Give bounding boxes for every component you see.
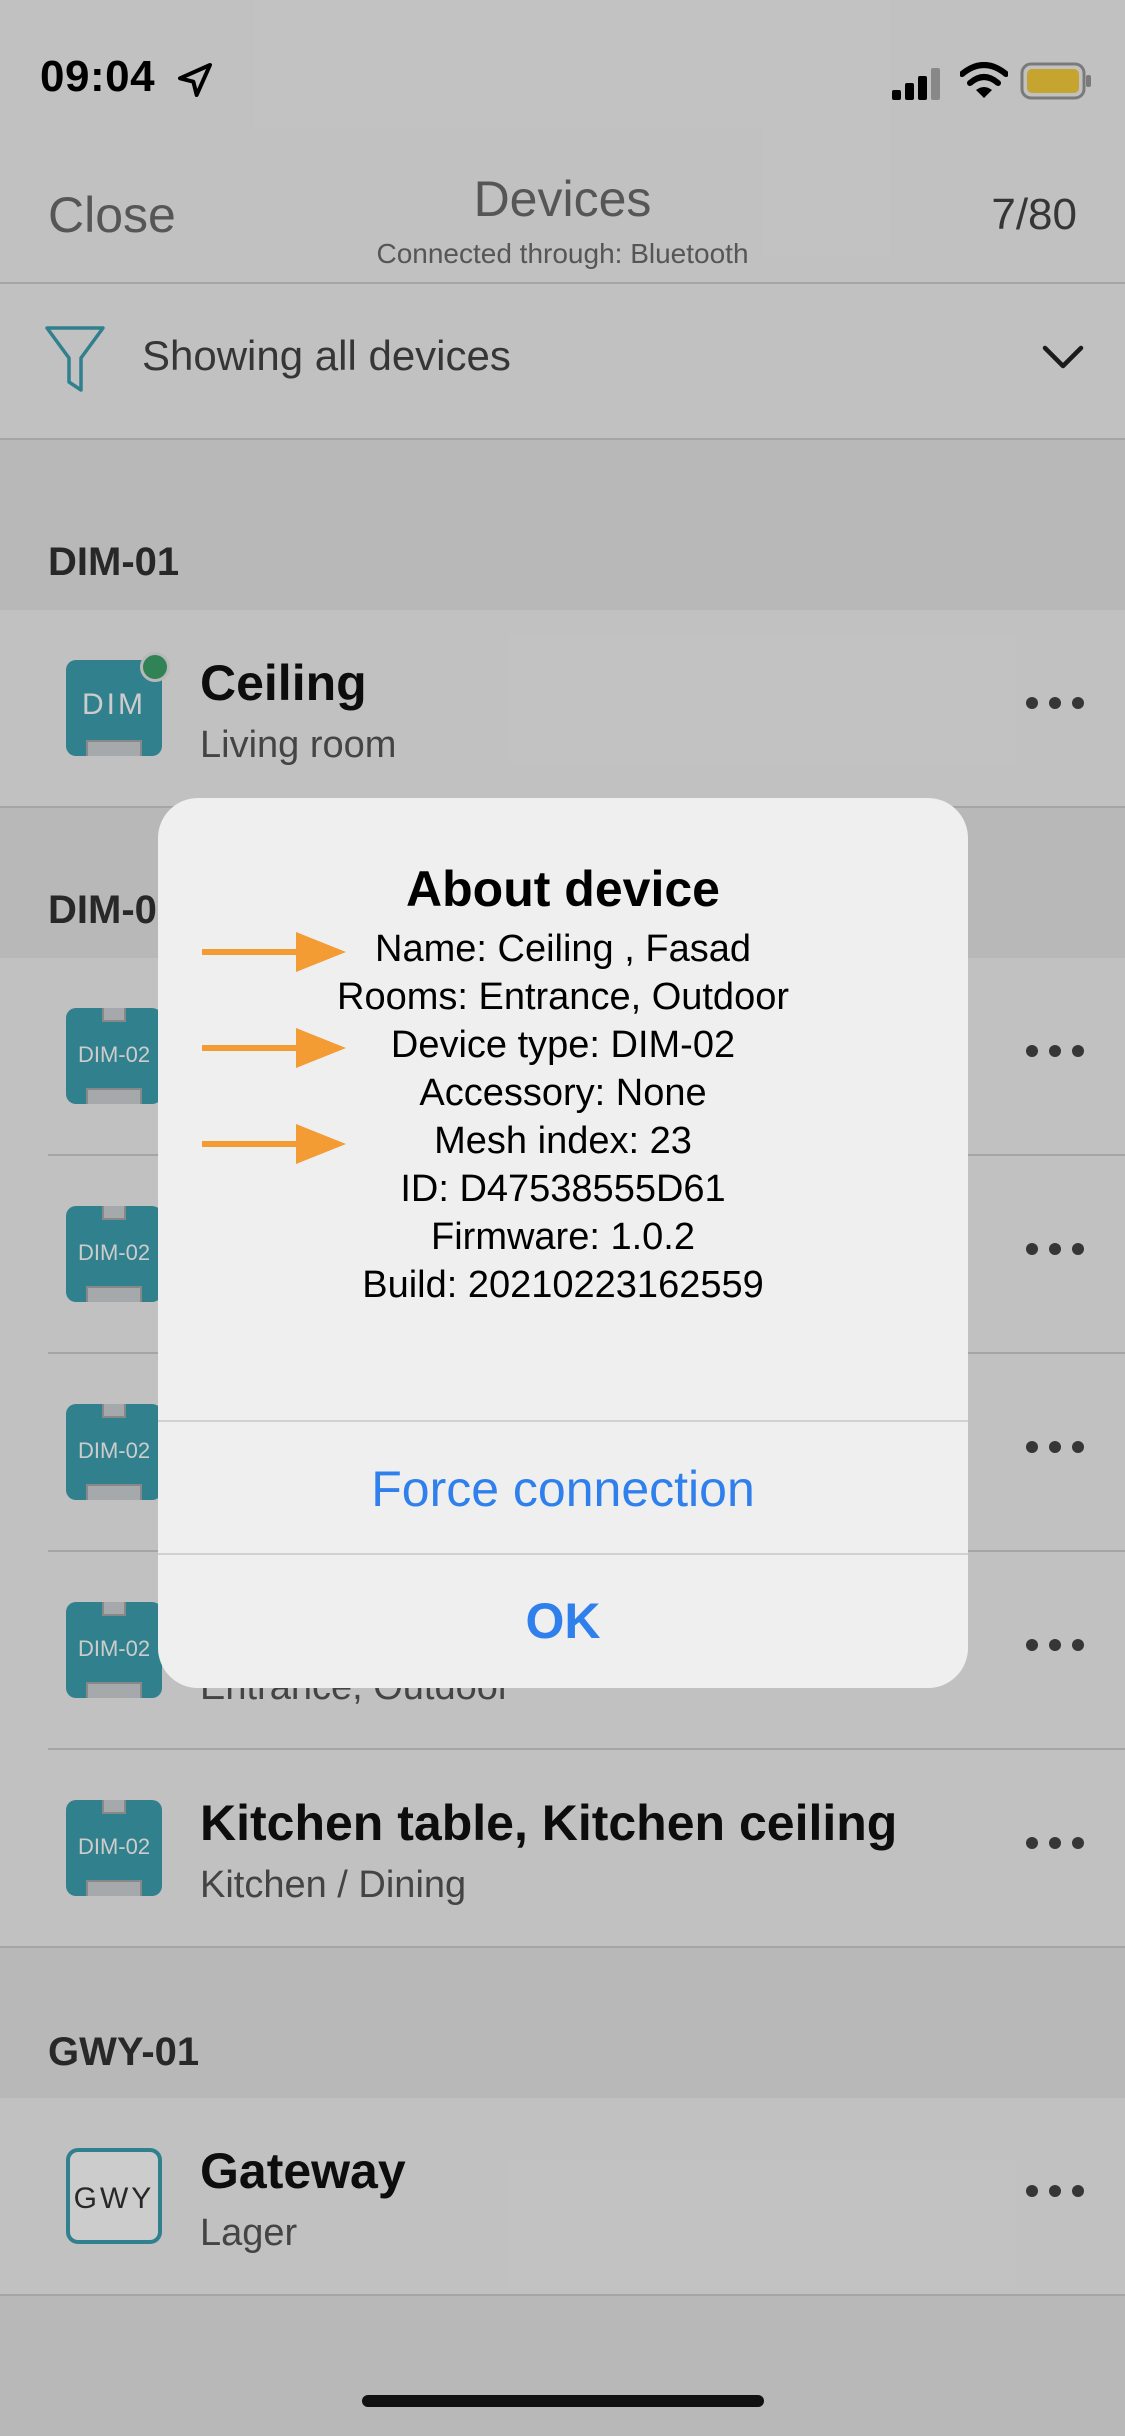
home-indicator[interactable] [362,2395,764,2407]
info-firmware: Firmware: 1.0.2 [431,1216,695,1258]
info-accessory: Accessory: None [419,1072,707,1114]
info-build: Build: 20210223162559 [362,1264,764,1306]
info-rooms: Rooms: Entrance, Outdoor [337,976,789,1018]
about-device-dialog: About device Name: Ceiling , Fasad Rooms… [158,798,968,1688]
arrow-annotation-icon [202,1028,346,1068]
arrow-annotation-icon [202,1124,346,1164]
info-id: ID: D47538555D61 [400,1168,726,1210]
dialog-title: About device [406,861,720,917]
arrow-annotation-icon [202,932,346,972]
ok-button[interactable]: OK [158,1592,968,1650]
dialog-separator [158,1553,968,1555]
force-connection-button[interactable]: Force connection [158,1460,968,1518]
dialog-separator [158,1420,968,1422]
